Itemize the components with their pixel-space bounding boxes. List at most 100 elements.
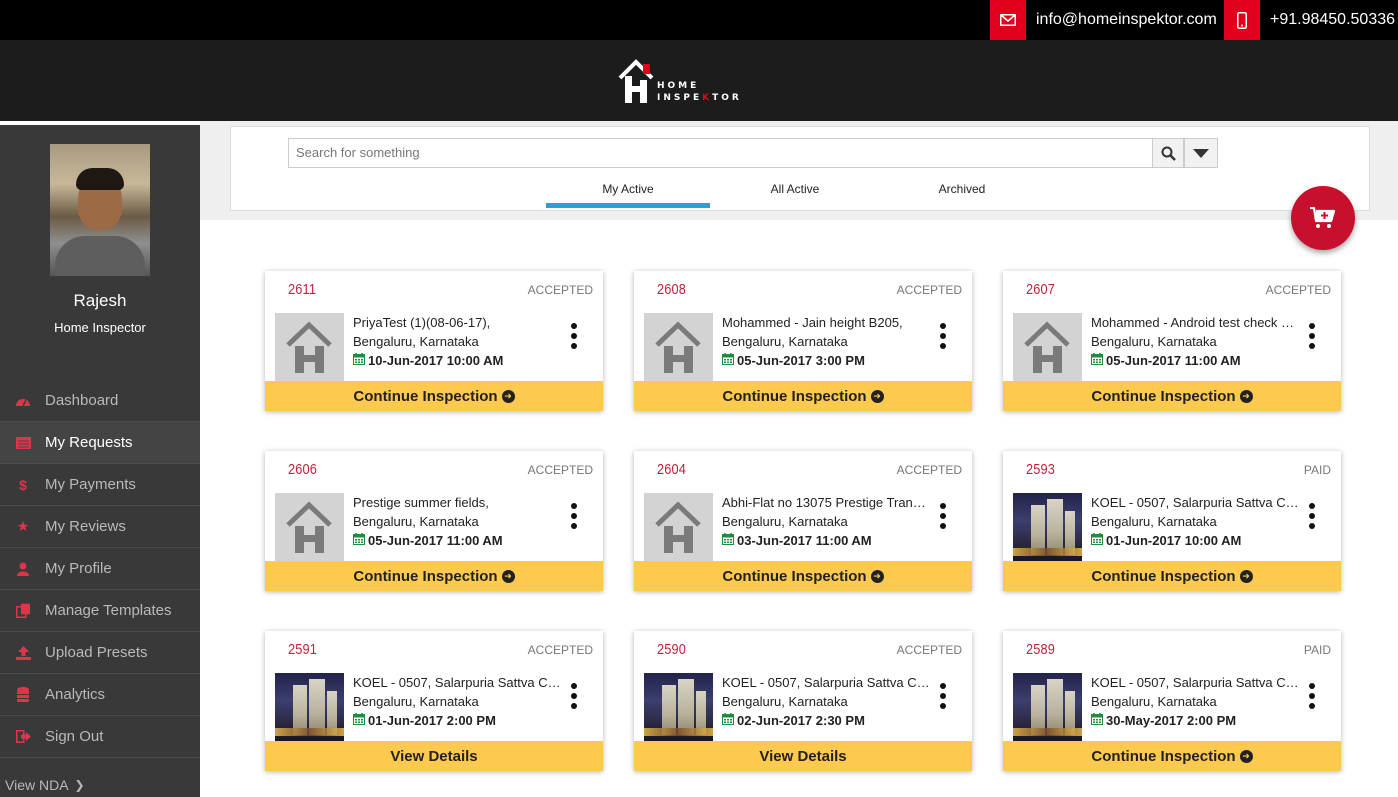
property-thumbnail bbox=[275, 673, 344, 742]
email-text[interactable]: info@homeinspektor.com bbox=[1036, 11, 1217, 29]
action-label: Continue Inspection bbox=[353, 387, 498, 405]
inspection-date: 05-Jun-2017 11:00 AM bbox=[353, 531, 503, 550]
sidebar-top-divider bbox=[0, 121, 200, 125]
card-action-button[interactable]: Continue Inspection ➜ bbox=[1003, 561, 1341, 591]
phone-text[interactable]: +91.98450.50336 bbox=[1270, 11, 1395, 29]
calendar-icon bbox=[353, 711, 365, 730]
action-label: Continue Inspection bbox=[722, 387, 867, 405]
more-options-icon[interactable] bbox=[937, 323, 949, 349]
tab-all-active[interactable]: All Active bbox=[713, 182, 877, 196]
view-nda-label: View NDA bbox=[5, 777, 69, 793]
sidebar-item-upload-presets[interactable]: Upload Presets bbox=[0, 632, 200, 674]
inspection-card[interactable]: 2606 ACCEPTED Prestige summer fields, Be… bbox=[265, 451, 603, 591]
inspection-date: 01-Jun-2017 10:00 AM bbox=[1091, 531, 1241, 550]
avatar[interactable] bbox=[50, 144, 150, 276]
tab-my-active[interactable]: My Active bbox=[546, 182, 710, 196]
inspection-card[interactable]: 2589 PAID KOEL - 0507, Salarpuria Sattva… bbox=[1003, 631, 1341, 771]
card-action-button[interactable]: Continue Inspection ➜ bbox=[265, 381, 603, 411]
dollar-icon: $ bbox=[19, 476, 27, 493]
card-action-button[interactable]: Continue Inspection ➜ bbox=[265, 561, 603, 591]
date-text: 01-Jun-2017 2:00 PM bbox=[368, 713, 496, 728]
view-nda-link[interactable]: View NDA ❯ bbox=[5, 777, 85, 793]
arrow-circle-right-icon: ➜ bbox=[1239, 569, 1253, 583]
request-id[interactable]: 2593 bbox=[1026, 461, 1055, 478]
property-city: Bengaluru, Karnataka bbox=[1091, 514, 1217, 529]
status-badge: ACCEPTED bbox=[896, 283, 962, 297]
property-city: Bengaluru, Karnataka bbox=[1091, 694, 1217, 709]
add-to-cart-button[interactable] bbox=[1291, 186, 1355, 250]
status-badge: ACCEPTED bbox=[527, 283, 593, 297]
inspection-card[interactable]: 2607 ACCEPTED Mohammed - Android test ch… bbox=[1003, 271, 1341, 411]
sidebar-item-manage-templates[interactable]: Manage Templates bbox=[0, 590, 200, 632]
user-icon bbox=[15, 561, 31, 577]
request-id[interactable]: 2591 bbox=[288, 641, 317, 658]
request-id[interactable]: 2590 bbox=[657, 641, 686, 658]
chevron-right-icon: ❯ bbox=[74, 778, 85, 792]
search-button[interactable] bbox=[1153, 138, 1184, 168]
card-action-button[interactable]: Continue Inspection ➜ bbox=[634, 381, 972, 411]
more-options-icon[interactable] bbox=[937, 503, 949, 529]
more-options-icon[interactable] bbox=[937, 683, 949, 709]
action-label: Continue Inspection bbox=[1091, 387, 1236, 405]
inspection-date: 05-Jun-2017 3:00 PM bbox=[722, 351, 865, 370]
inspection-date: 30-May-2017 2:00 PM bbox=[1091, 711, 1236, 730]
request-id[interactable]: 2589 bbox=[1026, 641, 1055, 658]
more-options-icon[interactable] bbox=[568, 323, 580, 349]
sidebar-item-my-requests[interactable]: My Requests bbox=[0, 422, 200, 464]
email-contact[interactable]: info@homeinspektor.com bbox=[990, 0, 1217, 40]
request-id[interactable]: 2604 bbox=[657, 461, 686, 478]
request-id[interactable]: 2608 bbox=[657, 281, 686, 298]
action-label: Continue Inspection bbox=[1091, 567, 1236, 585]
tab-archived[interactable]: Archived bbox=[880, 182, 1044, 196]
sidebar-item-my-reviews[interactable]: ★ My Reviews bbox=[0, 506, 200, 548]
card-action-button[interactable]: Continue Inspection ➜ bbox=[1003, 741, 1341, 771]
upload-icon bbox=[15, 645, 31, 661]
search-input[interactable]: Search for something bbox=[288, 138, 1153, 168]
sidebar-item-label: Manage Templates bbox=[45, 602, 172, 619]
inspection-card[interactable]: 2590 ACCEPTED KOEL - 0507, Salarpuria Sa… bbox=[634, 631, 972, 771]
arrow-circle-right-icon: ➜ bbox=[1239, 749, 1253, 763]
request-id[interactable]: 2607 bbox=[1026, 281, 1055, 298]
home-inspektor-logo[interactable]: HOME INSPEKTOR bbox=[618, 58, 739, 106]
sidebar-item-sign-out[interactable]: Sign Out bbox=[0, 716, 200, 758]
card-action-button[interactable]: View Details bbox=[265, 741, 603, 771]
card-action-button[interactable]: Continue Inspection ➜ bbox=[634, 561, 972, 591]
request-id[interactable]: 2606 bbox=[288, 461, 317, 478]
property-title: Mohammed - Jain height B205, bbox=[722, 315, 903, 330]
more-options-icon[interactable] bbox=[568, 503, 580, 529]
sidebar-nav: Dashboard My Requests $ My Payments ★ My… bbox=[0, 380, 200, 758]
calendar-icon bbox=[353, 351, 365, 370]
more-options-icon[interactable] bbox=[568, 683, 580, 709]
search-icon bbox=[1161, 146, 1176, 161]
inspection-card[interactable]: 2611 ACCEPTED PriyaTest (1)(08-06-17), B… bbox=[265, 271, 603, 411]
phone-contact[interactable]: +91.98450.50336 bbox=[1224, 0, 1395, 40]
property-thumbnail bbox=[644, 313, 713, 382]
sidebar-item-my-payments[interactable]: $ My Payments bbox=[0, 464, 200, 506]
action-label: View Details bbox=[390, 747, 478, 765]
arrow-circle-right-icon: ➜ bbox=[501, 569, 515, 583]
more-options-icon[interactable] bbox=[1306, 683, 1318, 709]
property-city: Bengaluru, Karnataka bbox=[722, 514, 848, 529]
house-placeholder-icon bbox=[655, 501, 701, 553]
sidebar-item-dashboard[interactable]: Dashboard bbox=[0, 380, 200, 422]
sidebar-item-analytics[interactable]: Analytics bbox=[0, 674, 200, 716]
inspection-card[interactable]: 2593 PAID KOEL - 0507, Salarpuria Sattva… bbox=[1003, 451, 1341, 591]
sidebar-item-my-profile[interactable]: My Profile bbox=[0, 548, 200, 590]
request-id[interactable]: 2611 bbox=[288, 281, 316, 298]
more-options-icon[interactable] bbox=[1306, 323, 1318, 349]
date-text: 05-Jun-2017 11:00 AM bbox=[1106, 353, 1241, 368]
inspection-card[interactable]: 2591 ACCEPTED KOEL - 0507, Salarpuria Sa… bbox=[265, 631, 603, 771]
action-label: Continue Inspection bbox=[353, 567, 498, 585]
sidebar-item-label: My Reviews bbox=[45, 518, 126, 535]
inspection-card[interactable]: 2608 ACCEPTED Mohammed - Jain height B20… bbox=[634, 271, 972, 411]
arrow-circle-right-icon: ➜ bbox=[1239, 389, 1253, 403]
top-contact-bar: info@homeinspektor.com +91.98450.50336 bbox=[0, 0, 1398, 40]
sidebar-item-label: My Requests bbox=[45, 434, 133, 451]
property-title: KOEL - 0507, Salarpuria Sattva Celes... bbox=[353, 675, 563, 690]
card-action-button[interactable]: View Details bbox=[634, 741, 972, 771]
date-text: 10-Jun-2017 10:00 AM bbox=[368, 353, 504, 368]
inspection-card[interactable]: 2604 ACCEPTED Abhi-Flat no 13075 Prestig… bbox=[634, 451, 972, 591]
filter-dropdown-button[interactable] bbox=[1184, 138, 1218, 168]
card-action-button[interactable]: Continue Inspection ➜ bbox=[1003, 381, 1341, 411]
more-options-icon[interactable] bbox=[1306, 503, 1318, 529]
